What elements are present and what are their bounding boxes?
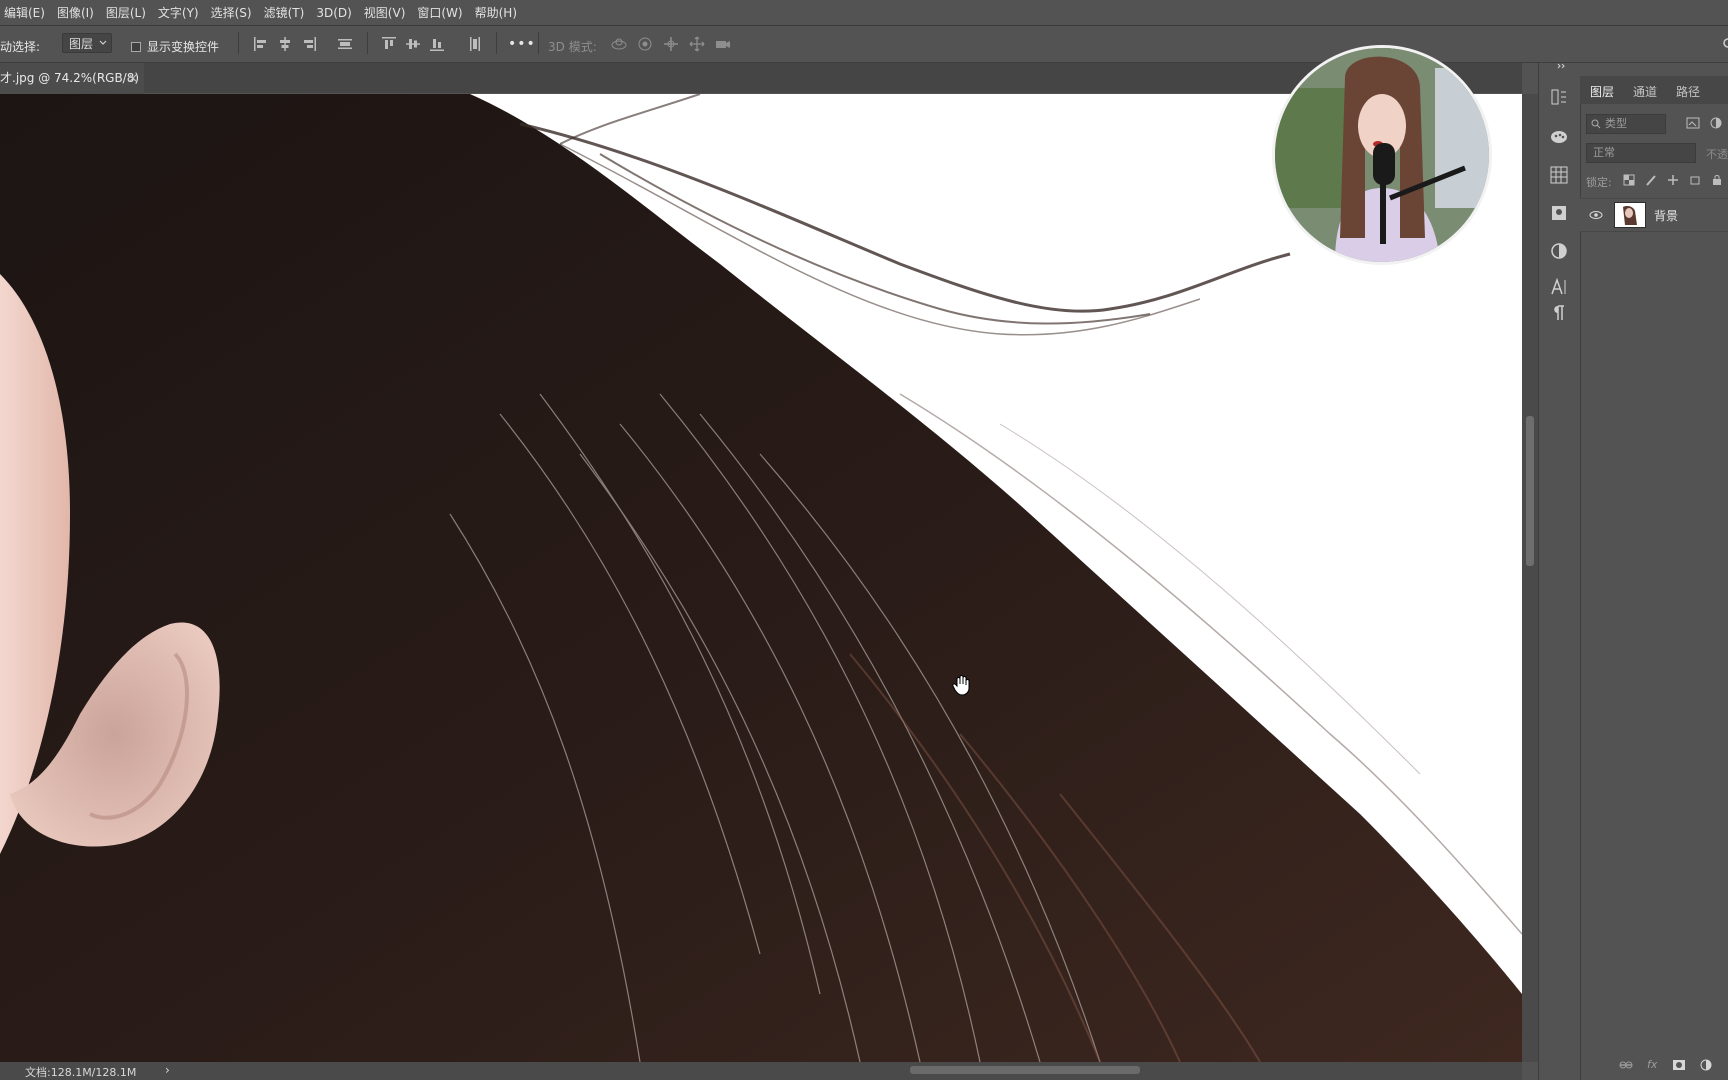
menu-item-9[interactable]: 帮助(H) bbox=[475, 4, 517, 21]
lock-pixels-brush-icon[interactable] bbox=[1645, 174, 1657, 186]
3d-roll-icon[interactable] bbox=[636, 35, 654, 53]
vertical-scrollbar[interactable] bbox=[1522, 94, 1538, 1062]
tab-paths[interactable]: 路径 bbox=[1676, 83, 1700, 100]
menu-item-0[interactable]: 编辑(E) bbox=[4, 4, 45, 21]
adjustment-filter-icon[interactable] bbox=[1710, 117, 1722, 129]
menu-item-8[interactable]: 窗口(W) bbox=[417, 4, 462, 21]
menu-item-3[interactable]: 文字(Y) bbox=[158, 4, 199, 21]
separator bbox=[496, 32, 497, 54]
close-tab-icon[interactable]: × bbox=[128, 63, 138, 93]
blend-mode-dropdown[interactable]: 正常 bbox=[1586, 143, 1696, 163]
distribute-h-icon[interactable] bbox=[336, 35, 354, 53]
lock-label: 锁定: bbox=[1586, 176, 1612, 189]
auto-select-value: 图层 bbox=[69, 37, 94, 51]
separator bbox=[238, 32, 239, 54]
more-options-button[interactable]: ••• bbox=[508, 36, 536, 52]
search-icon bbox=[1591, 119, 1601, 129]
tab-layers[interactable]: 图层 bbox=[1590, 83, 1614, 100]
hair-photo bbox=[0, 94, 1522, 1062]
menu-item-5[interactable]: 滤镜(T) bbox=[264, 4, 305, 21]
search-icon[interactable] bbox=[1720, 37, 1728, 51]
separator bbox=[367, 32, 368, 54]
image-filter-icon[interactable] bbox=[1686, 117, 1700, 129]
3d-camera-icon[interactable] bbox=[714, 35, 732, 53]
add-mask-icon[interactable] bbox=[1672, 1059, 1686, 1071]
webcam-overlay bbox=[1272, 45, 1492, 265]
separator bbox=[538, 32, 539, 54]
filter-placeholder: 类型 bbox=[1605, 117, 1627, 130]
blend-mode-value: 正常 bbox=[1593, 146, 1615, 159]
3d-slide-icon[interactable] bbox=[688, 35, 706, 53]
color-palette-icon[interactable] bbox=[1549, 127, 1569, 147]
document-tab-title: 才.jpg @ 74.2%(RGB/8) bbox=[0, 71, 140, 85]
status-bar: 文档:128.1M/128.1M › bbox=[0, 1062, 1522, 1080]
layer-thumbnail bbox=[1614, 202, 1646, 228]
panel-icon-strip bbox=[1538, 63, 1579, 1080]
menu-bar: 编辑(E) 图像(I) 图层(L) 文字(Y) 选择(S) 滤镜(T) 3D(D) 视图(V)… bbox=[0, 0, 1728, 26]
libraries-icon[interactable] bbox=[1549, 203, 1569, 223]
link-layers-icon[interactable] bbox=[1619, 1060, 1633, 1070]
options-bar: 动选择: 图层 显示变换控件 ••• 3D 模式: bbox=[0, 26, 1728, 63]
lock-artboard-icon[interactable] bbox=[1689, 174, 1701, 186]
menu-item-6[interactable]: 3D(D) bbox=[316, 6, 351, 20]
align-right-icon[interactable] bbox=[300, 35, 318, 53]
align-bottom-icon[interactable] bbox=[428, 35, 446, 53]
align-center-h-icon[interactable] bbox=[276, 35, 294, 53]
visibility-eye-icon[interactable] bbox=[1589, 210, 1603, 220]
collapse-arrows-icon[interactable] bbox=[1557, 63, 1565, 69]
lock-all-icon[interactable] bbox=[1711, 174, 1723, 186]
paragraph-icon[interactable] bbox=[1549, 303, 1569, 323]
layer-thumbnail-image bbox=[1623, 206, 1637, 225]
lock-transparent-icon[interactable] bbox=[1623, 174, 1635, 186]
document-size-info: 文档:128.1M/128.1M bbox=[25, 1066, 137, 1079]
layer-name: 背景 bbox=[1654, 209, 1679, 223]
align-middle-v-icon[interactable] bbox=[404, 35, 422, 53]
chevron-down-icon bbox=[99, 40, 107, 45]
document-tab[interactable]: 才.jpg @ 74.2%(RGB/8) × bbox=[0, 63, 144, 94]
menu-item-1[interactable]: 图像(I) bbox=[57, 4, 94, 21]
lock-position-icon[interactable] bbox=[1667, 174, 1679, 186]
3d-mode-label: 3D 模式: bbox=[548, 40, 597, 54]
menu-item-4[interactable]: 选择(S) bbox=[211, 4, 252, 21]
layer-filter-input[interactable]: 类型 bbox=[1586, 114, 1666, 134]
document-canvas[interactable] bbox=[0, 94, 1522, 1062]
horizontal-scroll-thumb[interactable] bbox=[910, 1066, 1140, 1074]
fx-icon[interactable]: fx bbox=[1647, 1058, 1657, 1071]
scrollbar-thumb[interactable] bbox=[1526, 416, 1534, 566]
menu-item-7[interactable]: 视图(V) bbox=[364, 4, 406, 21]
show-transform-label: 显示变换控件 bbox=[147, 40, 220, 54]
character-icon[interactable] bbox=[1549, 277, 1569, 297]
swatches-grid-icon[interactable] bbox=[1549, 165, 1569, 185]
history-icon[interactable] bbox=[1549, 87, 1569, 107]
opacity-label: 不透 bbox=[1706, 148, 1728, 161]
presenter-video bbox=[1275, 48, 1489, 262]
status-menu-arrow[interactable]: › bbox=[165, 1063, 170, 1077]
align-left-icon[interactable] bbox=[252, 35, 270, 53]
tab-channels[interactable]: 通道 bbox=[1633, 83, 1657, 100]
menu-item-2[interactable]: 图层(L) bbox=[106, 4, 146, 21]
distribute-v-icon[interactable] bbox=[466, 35, 484, 53]
auto-select-label: 动选择: bbox=[0, 40, 41, 54]
show-transform-checkbox[interactable] bbox=[131, 42, 141, 52]
hand-tool-cursor-icon bbox=[952, 675, 970, 696]
3d-orbit-icon[interactable] bbox=[610, 35, 628, 53]
3d-pan-icon[interactable] bbox=[662, 35, 680, 53]
adjustments-icon[interactable] bbox=[1549, 241, 1569, 261]
auto-select-dropdown[interactable]: 图层 bbox=[62, 33, 112, 53]
new-adjustment-icon[interactable] bbox=[1700, 1059, 1712, 1071]
align-top-icon[interactable] bbox=[380, 35, 398, 53]
layer-row-background[interactable]: 背景 bbox=[1580, 198, 1728, 232]
panel-tabs: 图层 通道 路径 bbox=[1580, 76, 1728, 104]
